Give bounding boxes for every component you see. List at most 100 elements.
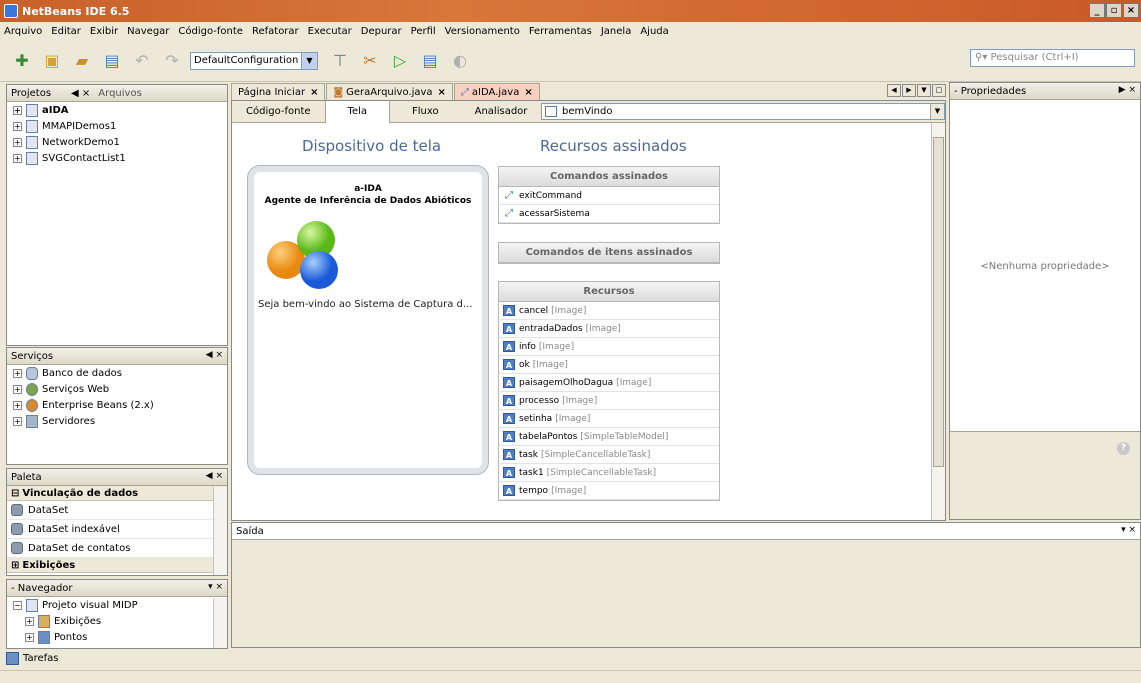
menu-ferramentas[interactable]: Ferramentas [529,26,592,37]
save-all-icon[interactable]: ▤ [100,49,124,73]
redo-icon[interactable]: ↷ [160,49,184,73]
open-project-icon[interactable]: ▰ [70,49,94,73]
logo-circles-image[interactable] [264,220,354,292]
command-item[interactable]: ⤢ exitCommand [499,187,719,205]
chevron-down-icon[interactable]: ▼ [930,104,944,119]
resource-item[interactable]: Asetinha [Image] [499,410,719,428]
expand-icon[interactable]: + [13,121,22,131]
scrollbar-thumb[interactable] [933,137,944,467]
panel-close-icon[interactable]: ▾ × [1121,525,1136,535]
resource-item[interactable]: ApaisagemOlhoDagua [Image] [499,374,719,392]
subtab-codigo-fonte[interactable]: Código-fonte [232,101,325,123]
menu-arquivo[interactable]: Arquivo [4,26,42,37]
menu-codigo-fonte[interactable]: Código-fonte [178,26,243,37]
expand-icon[interactable]: + [13,416,22,426]
menu-exibir[interactable]: Exibir [90,26,118,37]
expand-icon[interactable]: + [13,153,22,163]
profile-icon[interactable]: ◐ [448,49,472,73]
chevron-down-icon[interactable]: ▼ [301,52,317,69]
resource-item[interactable]: Ainfo [Image] [499,338,719,356]
menu-janela[interactable]: Janela [601,26,631,37]
resource-item[interactable]: AentradaDados [Image] [499,320,719,338]
navigator-scrollbar[interactable] [213,598,227,648]
service-item-banco[interactable]: + Banco de dados [7,365,227,381]
palette-scrollbar[interactable] [213,487,227,575]
undo-icon[interactable]: ↶ [130,49,154,73]
panel-close-icon[interactable]: ▶ × [1119,85,1136,95]
device-title[interactable]: a-IDA [254,184,482,194]
expand-icon[interactable]: + [25,632,34,642]
collapse-icon[interactable]: ⊟ [11,488,19,499]
service-item-beans[interactable]: + Enterprise Beans (2.x) [7,397,227,413]
close-button[interactable]: × [1123,3,1139,18]
resource-item[interactable]: AtabelaPontos [SimpleTableModel] [499,428,719,446]
expand-icon[interactable]: ⊞ [11,560,19,571]
subtab-analisador[interactable]: Analisador [461,101,542,123]
expand-icon[interactable]: + [13,137,22,147]
menu-perfil[interactable]: Perfil [411,26,436,37]
menu-versionamento[interactable]: Versionamento [445,26,520,37]
tasks-button[interactable]: Tarefas [6,652,58,665]
menu-editar[interactable]: Editar [51,26,81,37]
scroll-right-icon[interactable]: ▶ [902,84,916,97]
help-icon[interactable]: ? [1117,442,1130,455]
palette-category-exibicoes[interactable]: ⊞ Exibições [7,558,227,573]
close-icon[interactable]: × [438,87,446,98]
panel-close-icon[interactable]: ◀ × [206,471,223,481]
expand-icon[interactable]: + [13,105,22,115]
project-item-networkdemo1[interactable]: + NetworkDemo1 [7,134,227,150]
resource-item[interactable]: Aok [Image] [499,356,719,374]
restore-button[interactable]: ▫ [1106,3,1122,18]
run-icon[interactable]: ▷ [388,49,412,73]
minimize-button[interactable]: _ [1089,3,1105,18]
new-file-icon[interactable]: ✚ [10,49,34,73]
tab-list-icon[interactable]: ▼ [917,84,931,97]
editor-scrollbar[interactable] [931,123,945,520]
debug-icon[interactable]: ▤ [418,49,442,73]
menu-navegar[interactable]: Navegar [127,26,169,37]
search-input[interactable]: ⚲▾ Pesquisar (Ctrl+I) [970,49,1135,67]
navigator-item-pontos[interactable]: + Pontos [7,629,227,645]
palette-item-dataset[interactable]: DataSet [7,501,227,520]
project-item-svgcontactlist1[interactable]: + SVGContactList1 [7,150,227,166]
service-item-web[interactable]: + Serviços Web [7,381,227,397]
expand-icon[interactable]: + [25,616,34,626]
resource-item[interactable]: Atask [SimpleCancellableTask] [499,446,719,464]
device-subtitle[interactable]: Agente de Inferência de Dados Abióticos [254,196,482,206]
tab-projetos[interactable]: Projetos [11,88,51,99]
device-screen[interactable]: a-IDA Agente de Inferência de Dados Abió… [248,166,488,474]
panel-close-icon[interactable]: ◀ × [206,350,223,360]
maximize-icon[interactable]: □ [932,84,946,97]
resource-item[interactable]: Atask1 [SimpleCancellableTask] [499,464,719,482]
palette-category-vinculacao[interactable]: ⊟ Vinculação de dados [7,486,227,501]
tab-geraarquivo[interactable]: ◙ GeraArquivo.java × [326,83,453,100]
menu-ajuda[interactable]: Ajuda [640,26,668,37]
navigator-item-projeto[interactable]: − Projeto visual MIDP [7,597,227,613]
projects-menu-icon[interactable]: ◀ × [71,88,90,99]
expand-icon[interactable]: + [13,384,22,394]
close-icon[interactable]: × [524,87,532,98]
navigator-item-exibicoes[interactable]: + Exibições [7,613,227,629]
close-icon[interactable]: × [310,87,318,98]
service-item-servidores[interactable]: + Servidores [7,413,227,429]
subtab-fluxo[interactable]: Fluxo [390,101,461,123]
palette-item-indexed-dataset[interactable]: DataSet indexável [7,520,227,539]
menu-executar[interactable]: Executar [308,26,352,37]
scroll-left-icon[interactable]: ◀ [887,84,901,97]
expand-icon[interactable]: + [13,400,22,410]
configuration-select[interactable]: DefaultConfiguration ▼ [190,51,318,70]
tab-pagina-iniciar[interactable]: Página Iniciar × [231,83,326,100]
project-item-mmapidemos1[interactable]: + MMAPIDemos1 [7,118,227,134]
resource-item[interactable]: Atempo [Image] [499,482,719,500]
collapse-icon[interactable]: − [13,600,22,610]
expand-icon[interactable]: + [13,368,22,378]
tab-arquivos[interactable]: Arquivos [98,88,142,99]
screen-select[interactable]: bemVindo ▼ [541,103,945,120]
panel-close-icon[interactable]: ▾ × [208,582,223,592]
palette-item-contacts-dataset[interactable]: DataSet de contatos [7,539,227,558]
resource-item[interactable]: Acancel [Image] [499,302,719,320]
menu-depurar[interactable]: Depurar [361,26,402,37]
tab-aida-java[interactable]: ⤢ aIDA.java × [453,83,540,100]
clean-build-icon[interactable]: ⊤ [328,49,352,73]
project-item-aida[interactable]: + aIDA [7,102,227,118]
